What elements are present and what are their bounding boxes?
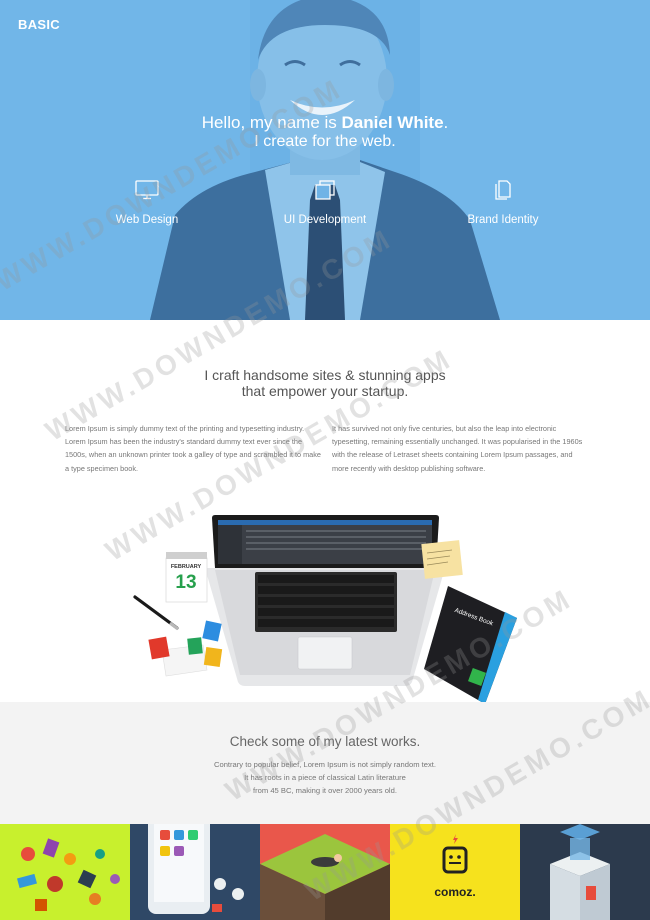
island-illustration: [260, 834, 390, 920]
service-label: Web Design: [115, 214, 179, 226]
hero-name: Daniel White: [341, 113, 444, 132]
hero-greeting-text: Hello, my name is: [201, 113, 342, 132]
hero-portrait-image: [0, 0, 650, 320]
portfolio-item-candy[interactable]: [0, 824, 130, 920]
app-icons-pile: [148, 620, 223, 677]
about-section: I craft handsome sites & stunning apps t…: [0, 320, 650, 702]
brand-logo[interactable]: BASIC: [18, 17, 60, 32]
portfolio-item-mobile[interactable]: [130, 824, 260, 920]
water-cooler-illustration: [550, 824, 610, 920]
works-section: Check some of my latest works. Contrary …: [0, 702, 650, 824]
document-icon: [495, 180, 511, 200]
service-label: Brand Identity: [467, 214, 539, 226]
hero-greeting: Hello, my name is Daniel White.: [0, 113, 650, 133]
laptop-image: [205, 515, 445, 686]
candy-illustration: [17, 838, 120, 911]
portfolio-item-island[interactable]: [260, 824, 390, 920]
service-ui-development[interactable]: UI Development: [255, 180, 395, 228]
hero-section: BASIC Hello, my name is Daniel White. I …: [0, 0, 650, 320]
works-description-line: Contrary to popular belief, Lorem Ipsum …: [213, 760, 436, 769]
phone-illustration: [148, 824, 244, 914]
sticky-note-image: [421, 540, 463, 579]
works-description-line: from 45 BC, making it over 2000 years ol…: [253, 786, 397, 795]
portfolio-item-cooler[interactable]: [520, 824, 650, 920]
calendar-day: 13: [175, 572, 197, 593]
service-label: UI Development: [283, 214, 367, 226]
portfolio-gallery: comoz.: [0, 824, 650, 920]
hero-period: .: [443, 113, 449, 132]
layers-icon: [315, 180, 335, 200]
works-description-line: It has roots in a piece of classical Lat…: [244, 773, 406, 782]
service-brand-identity[interactable]: Brand Identity: [433, 180, 573, 228]
service-web-design[interactable]: Web Design: [77, 180, 217, 228]
hero-tagline: I create for the web.: [254, 133, 396, 150]
comoz-logo-text: comoz.: [434, 885, 476, 899]
calendar-month: FEBRUARY: [170, 564, 202, 570]
works-heading: Check some of my latest works.: [229, 734, 421, 749]
robot-logo-icon: [442, 834, 468, 874]
workspace-illustration: [133, 515, 517, 702]
portfolio-item-comoz[interactable]: comoz.: [390, 824, 520, 920]
monitor-icon: [135, 180, 159, 200]
address-book-image: [424, 586, 517, 702]
